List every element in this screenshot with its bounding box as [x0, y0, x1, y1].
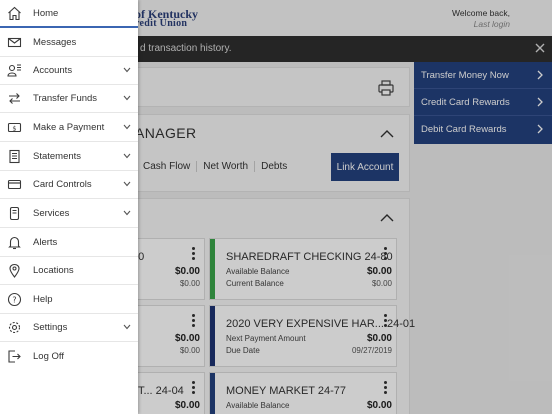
menu-item-make-a-payment[interactable]: $ Make a Payment [0, 114, 138, 142]
menu-item-label: Messages [33, 37, 77, 48]
side-menu: Home Messages Accounts Transfer Funds $ … [0, 0, 138, 414]
chevron-down-icon [123, 324, 131, 330]
menu-item-label: Services [33, 208, 70, 219]
home-icon [7, 6, 22, 21]
chevron-down-icon [123, 210, 131, 216]
chevron-down-icon [123, 67, 131, 73]
menu-item-card-controls[interactable]: Card Controls [0, 171, 138, 199]
menu-item-label: Help [33, 294, 53, 305]
menu-item-label: Settings [33, 322, 68, 333]
menu-item-label: Home [33, 8, 59, 19]
menu-item-accounts[interactable]: Accounts [0, 57, 138, 85]
payment-icon: $ [7, 120, 22, 135]
menu-item-statements[interactable]: Statements [0, 143, 138, 171]
menu-item-log-off[interactable]: Log Off [0, 343, 138, 371]
menu-item-label: Make a Payment [33, 122, 105, 133]
menu-item-label: Alerts [33, 237, 58, 248]
menu-item-locations[interactable]: Locations [0, 257, 138, 285]
card-icon [7, 177, 22, 192]
menu-item-help[interactable]: ? Help [0, 286, 138, 314]
accounts-icon [7, 63, 22, 78]
menu-item-label: Log Off [33, 351, 64, 362]
help-icon: ? [7, 292, 22, 307]
menu-item-settings[interactable]: Settings [0, 314, 138, 342]
menu-item-label: Accounts [33, 65, 73, 76]
envelope-icon [7, 35, 22, 50]
location-pin-icon [7, 263, 22, 278]
menu-item-label: Locations [33, 265, 74, 276]
menu-item-alerts[interactable]: Alerts [0, 229, 138, 257]
menu-item-home[interactable]: Home [0, 0, 138, 28]
menu-item-services[interactable]: Services [0, 200, 138, 228]
menu-item-messages[interactable]: Messages [0, 29, 138, 57]
svg-text:$: $ [12, 124, 16, 132]
bell-icon [7, 235, 22, 250]
chevron-down-icon [123, 153, 131, 159]
chevron-down-icon [123, 95, 131, 101]
transfer-icon [7, 91, 22, 106]
logout-icon [7, 349, 22, 364]
menu-item-transfer-funds[interactable]: Transfer Funds [0, 85, 138, 113]
menu-item-label: Transfer Funds [33, 93, 98, 104]
menu-item-label: Statements [33, 151, 82, 162]
chevron-down-icon [123, 124, 131, 130]
svg-text:?: ? [12, 296, 16, 305]
statements-icon [7, 149, 22, 164]
gear-icon [7, 320, 22, 335]
services-icon [7, 206, 22, 221]
menu-item-label: Card Controls [33, 179, 92, 190]
chevron-down-icon [123, 181, 131, 187]
